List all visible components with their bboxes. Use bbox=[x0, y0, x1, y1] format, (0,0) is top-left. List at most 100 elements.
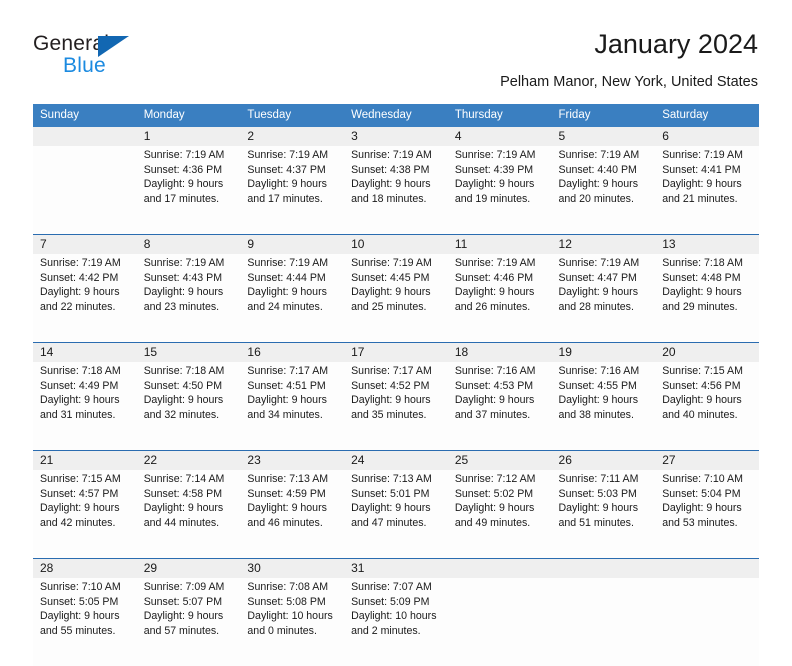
daylight-text: Daylight: 9 hours bbox=[40, 502, 120, 515]
sunset-text: Sunset: 4:49 PM bbox=[40, 379, 119, 392]
calendar-grid: Sunday Monday Tuesday Wednesday Thursday… bbox=[33, 104, 759, 666]
day-number-19[interactable]: 19 bbox=[551, 342, 656, 362]
day-number-7[interactable]: 7 bbox=[33, 234, 137, 254]
day-details-2: Sunrise: 7:19 AM Sunset: 4:37 PM Daylight:… bbox=[240, 146, 345, 235]
sunrise-text: Sunrise: 7:19 AM bbox=[558, 149, 640, 161]
day-details-1: Sunrise: 7:19 AM Sunset: 4:36 PM Daylight:… bbox=[136, 146, 241, 235]
sunrise-text: Sunrise: 7:19 AM bbox=[454, 257, 536, 269]
day-details-10: Sunrise: 7:19 AM Sunset: 4:45 PM Daylight:… bbox=[344, 254, 448, 343]
sunrise-text: Sunrise: 7:11 AM bbox=[558, 473, 639, 485]
day-details-29: Sunrise: 7:09 AM Sunset: 5:07 PM Daylight:… bbox=[136, 578, 241, 666]
weekday-header-friday: Friday bbox=[551, 104, 656, 127]
day-number-20[interactable]: 20 bbox=[655, 342, 759, 362]
sunrise-text: Sunrise: 7:18 AM bbox=[143, 365, 225, 377]
sunset-text: Sunset: 4:37 PM bbox=[247, 163, 326, 176]
daylight-text-cont: and 53 minutes. bbox=[662, 516, 738, 529]
daylight-text: Daylight: 9 hours bbox=[247, 286, 327, 299]
day-number-23[interactable]: 23 bbox=[240, 450, 345, 470]
daylight-text-cont: and 42 minutes. bbox=[40, 516, 116, 529]
day-number-17[interactable]: 17 bbox=[344, 342, 448, 362]
day-details-13: Sunrise: 7:18 AM Sunset: 4:48 PM Daylight:… bbox=[655, 254, 759, 343]
day-details-16: Sunrise: 7:17 AM Sunset: 4:51 PM Daylight:… bbox=[240, 362, 345, 451]
day-details-28: Sunrise: 7:10 AM Sunset: 5:05 PM Daylight:… bbox=[33, 578, 137, 666]
day-number-14[interactable]: 14 bbox=[33, 342, 137, 362]
day-number-5[interactable]: 5 bbox=[551, 127, 656, 146]
day-number-2[interactable]: 2 bbox=[240, 127, 345, 146]
sunrise-text: Sunrise: 7:10 AM bbox=[40, 581, 121, 593]
weekday-header-tuesday: Tuesday bbox=[240, 104, 345, 127]
day-number-15[interactable]: 15 bbox=[136, 342, 241, 362]
day-number-27[interactable]: 27 bbox=[655, 450, 759, 470]
sunrise-text: Sunrise: 7:08 AM bbox=[247, 581, 329, 593]
daylight-text: Daylight: 9 hours bbox=[143, 610, 224, 623]
sunset-text: Sunset: 4:38 PM bbox=[351, 163, 430, 176]
sunset-text: Sunset: 5:05 PM bbox=[40, 595, 119, 608]
sunset-text: Sunset: 4:59 PM bbox=[247, 487, 326, 500]
day-number-16[interactable]: 16 bbox=[240, 342, 345, 362]
daylight-text-cont: and 2 minutes. bbox=[351, 624, 421, 637]
calendar-week-date-row: 21 22 23 24 25 26 27 bbox=[33, 450, 759, 470]
day-number-3[interactable]: 3 bbox=[344, 127, 448, 146]
sunrise-text: Sunrise: 7:14 AM bbox=[143, 473, 225, 485]
calendar-page: General Blue January 2024 Pelham Manor, … bbox=[0, 0, 792, 666]
daylight-text: Daylight: 9 hours bbox=[558, 502, 639, 515]
calendar-week-date-row: 28 29 30 31 bbox=[33, 558, 759, 578]
day-number-10[interactable]: 10 bbox=[344, 234, 448, 254]
day-number-22[interactable]: 22 bbox=[136, 450, 241, 470]
general-blue-logo[interactable]: General Blue bbox=[33, 32, 213, 84]
daylight-text: Daylight: 9 hours bbox=[143, 502, 224, 515]
daylight-text-cont: and 51 minutes. bbox=[558, 516, 634, 529]
day-number-30[interactable]: 30 bbox=[240, 558, 345, 578]
sunset-text: Sunset: 4:58 PM bbox=[143, 487, 223, 500]
day-details-15: Sunrise: 7:18 AM Sunset: 4:50 PM Daylight:… bbox=[136, 362, 241, 451]
daylight-text: Daylight: 9 hours bbox=[40, 394, 120, 407]
daylight-text: Daylight: 9 hours bbox=[351, 178, 431, 191]
sunset-text: Sunset: 4:40 PM bbox=[558, 163, 637, 176]
day-details-24: Sunrise: 7:13 AM Sunset: 5:01 PM Daylight:… bbox=[344, 470, 448, 559]
day-number-13[interactable]: 13 bbox=[655, 234, 759, 254]
day-number-18[interactable]: 18 bbox=[447, 342, 552, 362]
daylight-text: Daylight: 9 hours bbox=[558, 394, 639, 407]
daylight-text-cont: and 40 minutes. bbox=[662, 408, 738, 421]
daylight-text: Daylight: 9 hours bbox=[247, 502, 327, 515]
day-details-19: Sunrise: 7:16 AM Sunset: 4:55 PM Daylight:… bbox=[551, 362, 656, 451]
weekday-header-monday: Monday bbox=[136, 104, 241, 127]
daylight-text-cont: and 57 minutes. bbox=[143, 624, 220, 637]
day-number-1[interactable]: 1 bbox=[136, 127, 241, 146]
day-number-21[interactable]: 21 bbox=[33, 450, 137, 470]
day-number-25[interactable]: 25 bbox=[447, 450, 552, 470]
day-number-12[interactable]: 12 bbox=[551, 234, 656, 254]
daylight-text: Daylight: 9 hours bbox=[351, 502, 431, 515]
weekday-header-wednesday: Wednesday bbox=[344, 104, 448, 127]
calendar-week-info-row: Sunrise: 7:19 AM Sunset: 4:36 PM Daylight:… bbox=[33, 146, 759, 235]
day-number-11[interactable]: 11 bbox=[447, 234, 552, 254]
day-details-17: Sunrise: 7:17 AM Sunset: 4:52 PM Daylight:… bbox=[344, 362, 448, 451]
sunset-text: Sunset: 4:42 PM bbox=[40, 271, 119, 284]
day-details-31: Sunrise: 7:07 AM Sunset: 5:09 PM Daylight:… bbox=[344, 578, 448, 666]
day-number-8[interactable]: 8 bbox=[136, 234, 241, 254]
day-number-4[interactable]: 4 bbox=[447, 127, 552, 146]
day-number-6[interactable]: 6 bbox=[655, 127, 759, 146]
day-details-4: Sunrise: 7:19 AM Sunset: 4:39 PM Daylight:… bbox=[447, 146, 552, 235]
sunset-text: Sunset: 4:44 PM bbox=[247, 271, 326, 284]
day-number-9[interactable]: 9 bbox=[240, 234, 345, 254]
page-header: General Blue January 2024 Pelham Manor, … bbox=[0, 0, 792, 100]
day-details-21: Sunrise: 7:15 AM Sunset: 4:57 PM Daylight:… bbox=[33, 470, 137, 559]
day-number-26[interactable]: 26 bbox=[551, 450, 656, 470]
day-details-18: Sunrise: 7:16 AM Sunset: 4:53 PM Daylight:… bbox=[447, 362, 552, 451]
sunrise-text: Sunrise: 7:19 AM bbox=[662, 149, 743, 161]
daylight-text: Daylight: 9 hours bbox=[247, 394, 327, 407]
day-number-28[interactable]: 28 bbox=[33, 558, 137, 578]
day-number-29[interactable]: 29 bbox=[136, 558, 241, 578]
day-number-empty bbox=[447, 558, 552, 578]
day-number-24[interactable]: 24 bbox=[344, 450, 448, 470]
sunset-text: Sunset: 4:41 PM bbox=[662, 163, 741, 176]
weekday-header-thursday: Thursday bbox=[447, 104, 552, 127]
sunrise-text: Sunrise: 7:09 AM bbox=[143, 581, 225, 593]
sunrise-text: Sunrise: 7:16 AM bbox=[454, 365, 536, 377]
day-number-31[interactable]: 31 bbox=[344, 558, 448, 578]
page-title: January 2024 bbox=[594, 29, 758, 59]
sunrise-text: Sunrise: 7:17 AM bbox=[247, 365, 329, 377]
sunset-text: Sunset: 4:55 PM bbox=[558, 379, 637, 392]
sunrise-text: Sunrise: 7:10 AM bbox=[662, 473, 743, 485]
